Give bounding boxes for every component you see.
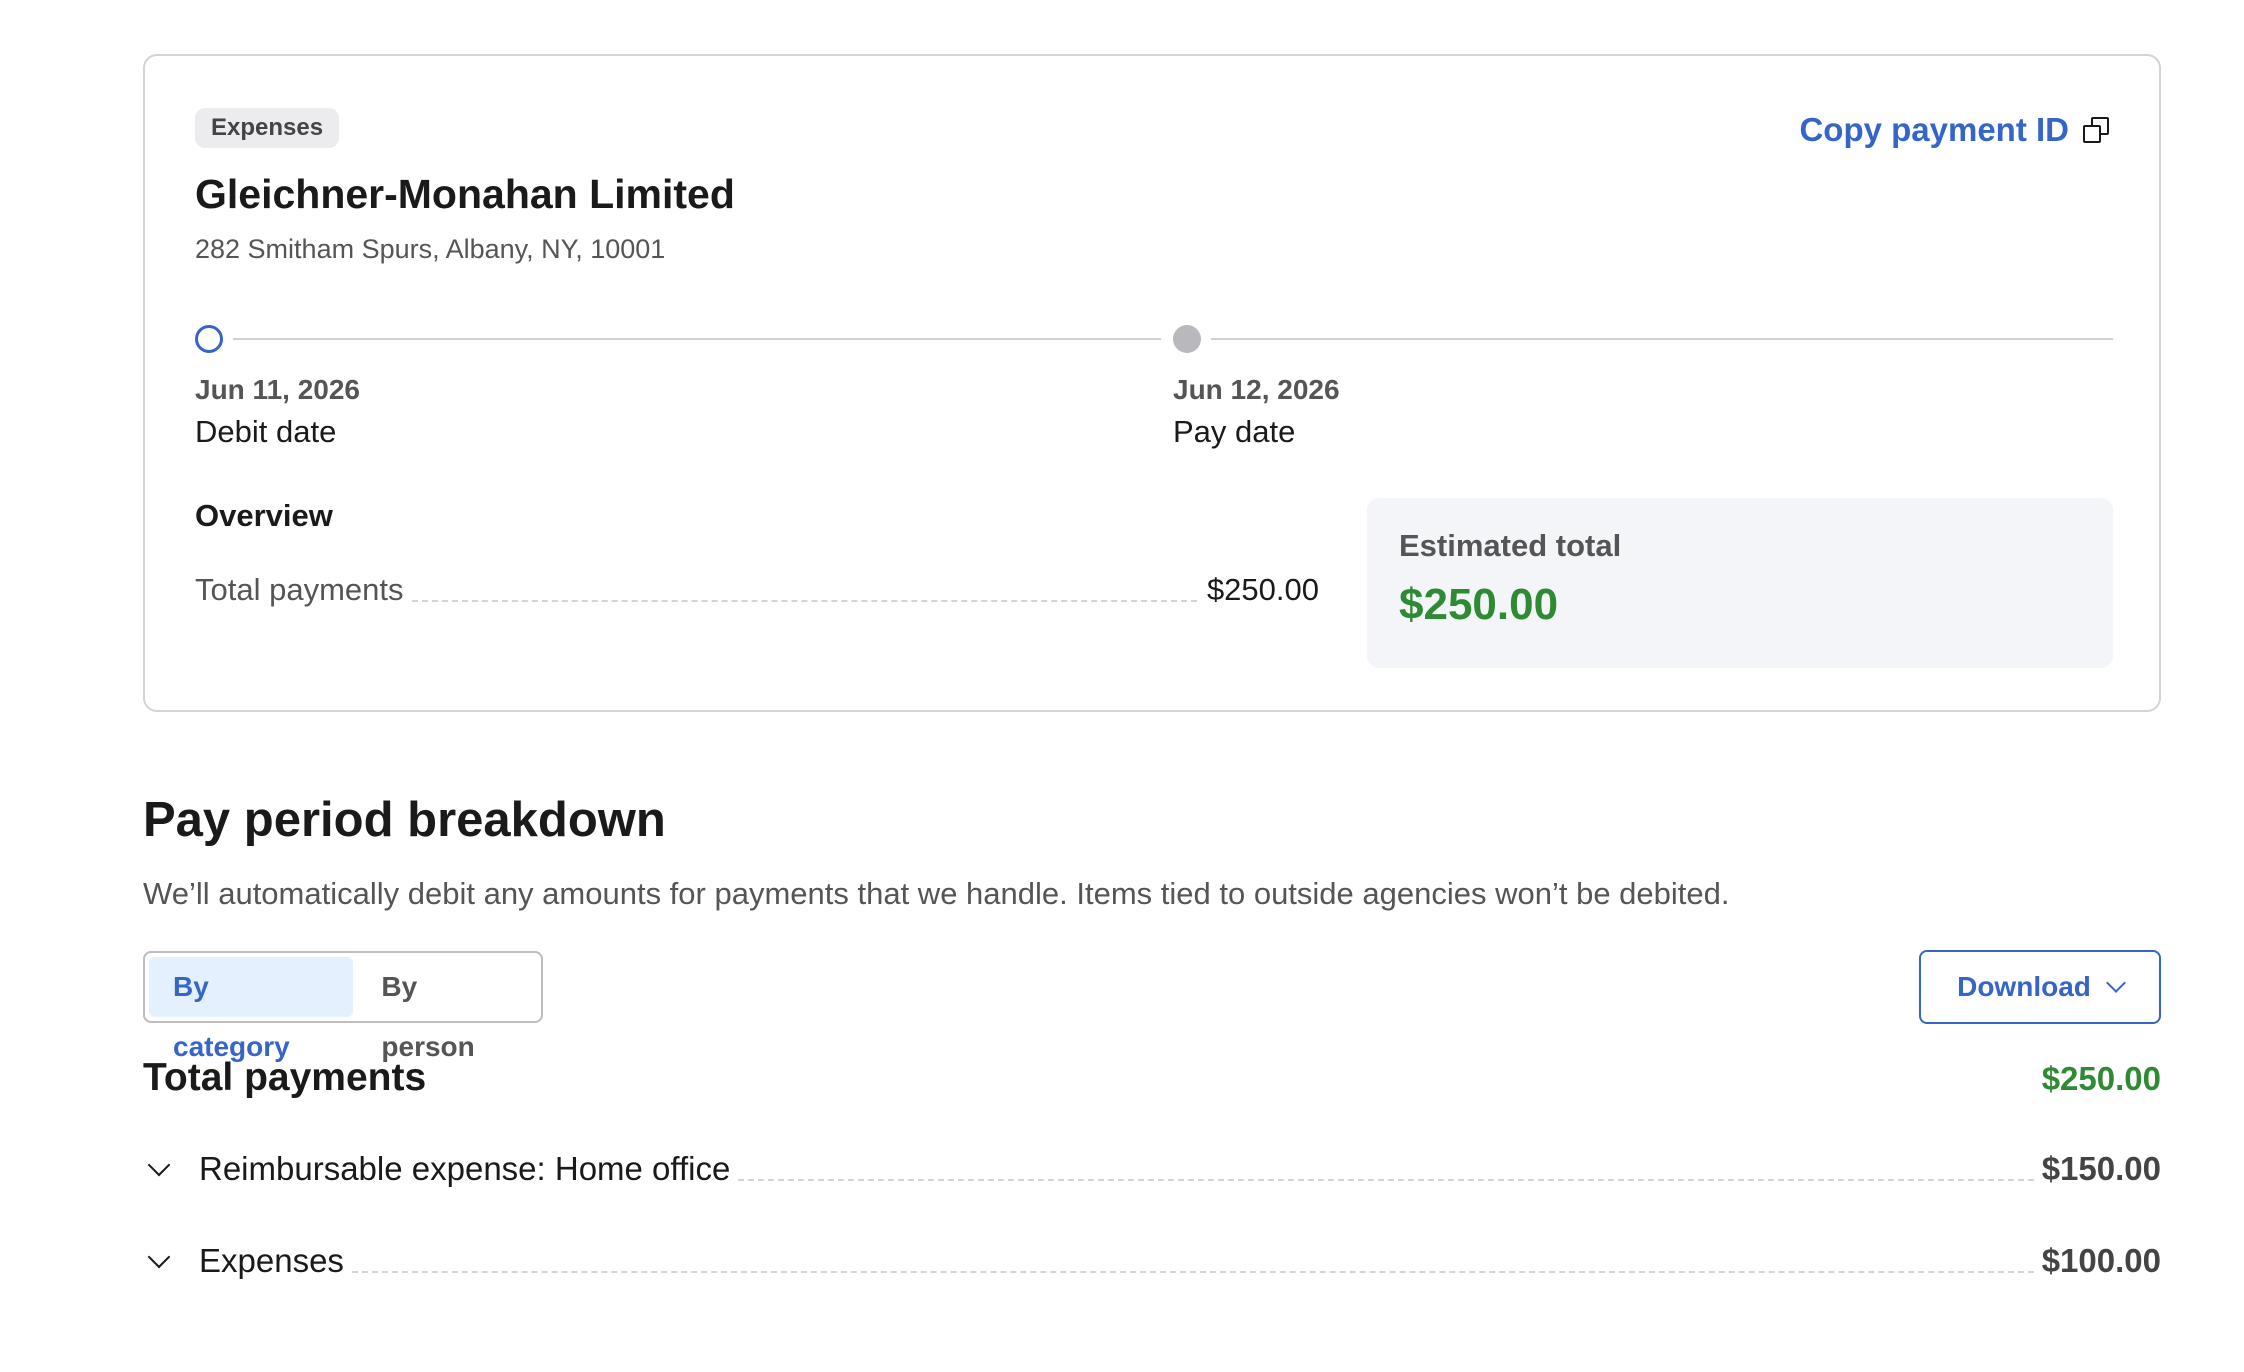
payment-summary-card: Expenses Copy payment ID Gleichner-Monah… [143,54,2161,712]
category-badge: Expenses [195,108,340,148]
list-item-label: Expenses [199,1242,344,1279]
expand-toggle[interactable] [143,1150,199,1190]
dotted-leader [738,1179,2034,1181]
expand-toggle[interactable] [143,1242,199,1282]
chevron-down-icon [147,1153,171,1177]
chevron-down-icon [147,1245,171,1269]
estimated-total-value: $250.00 [1399,580,1559,629]
total-payments-label: Total payments [143,1056,427,1099]
list-item: Expenses $100.00 [143,1234,2161,1284]
total-payments-row: Total payments $250.00 [143,1056,2161,1106]
overview-row-label: Total payments [195,572,404,607]
list-item: Reimbursable expense: Home office $150.0… [143,1142,2161,1192]
copy-icon [2083,117,2109,143]
pay-date-value: Jun 12, 2026 [1173,374,1340,405]
company-name: Gleichner-Monahan Limited [195,171,735,217]
payment-timeline: Jun 11, 2026 Debit date Jun 12, 2026 Pay… [195,320,2113,480]
tab-by-person[interactable]: By person [359,957,537,1062]
debit-date-label: Debit date [195,414,337,449]
company-address: 282 Smitham Spurs, Albany, NY, 10001 [195,234,666,264]
overview-row-value: $250.00 [1206,572,1319,607]
section-description: We’ll automatically debit any amounts fo… [143,876,1730,911]
estimated-total-label: Estimated total [1399,528,1622,563]
pay-date-label: Pay date [1173,414,1296,449]
timeline-connector [1211,338,2113,340]
overview-title: Overview [195,498,333,533]
estimated-total-panel: Estimated total $250.00 [1367,498,2113,668]
tab-by-category[interactable]: By category [149,957,354,1062]
copy-payment-id-label: Copy payment ID [1799,111,2069,148]
debit-date-marker-icon [195,325,223,353]
view-toggle: By category By person [143,951,543,1062]
total-payments-value: $250.00 [2041,1060,2161,1097]
download-button-label: Download [1957,971,2091,1002]
list-item-label: Reimbursable expense: Home office [199,1150,731,1187]
timeline-connector [233,338,1161,340]
pay-date-marker-icon [1173,325,1201,353]
overview-row: Total payments $250.00 [195,564,1319,614]
chevron-down-icon [2105,973,2126,993]
section-title: Pay period breakdown [143,793,666,847]
list-item-value: $150.00 [2041,1150,2161,1187]
download-button[interactable]: Download [1919,950,2161,1024]
debit-date-value: Jun 11, 2026 [195,374,361,405]
list-item-value: $100.00 [2041,1242,2161,1279]
dotted-leader [411,600,1197,602]
dotted-leader [351,1271,2034,1273]
copy-payment-id-button[interactable]: Copy payment ID [1799,108,2109,152]
